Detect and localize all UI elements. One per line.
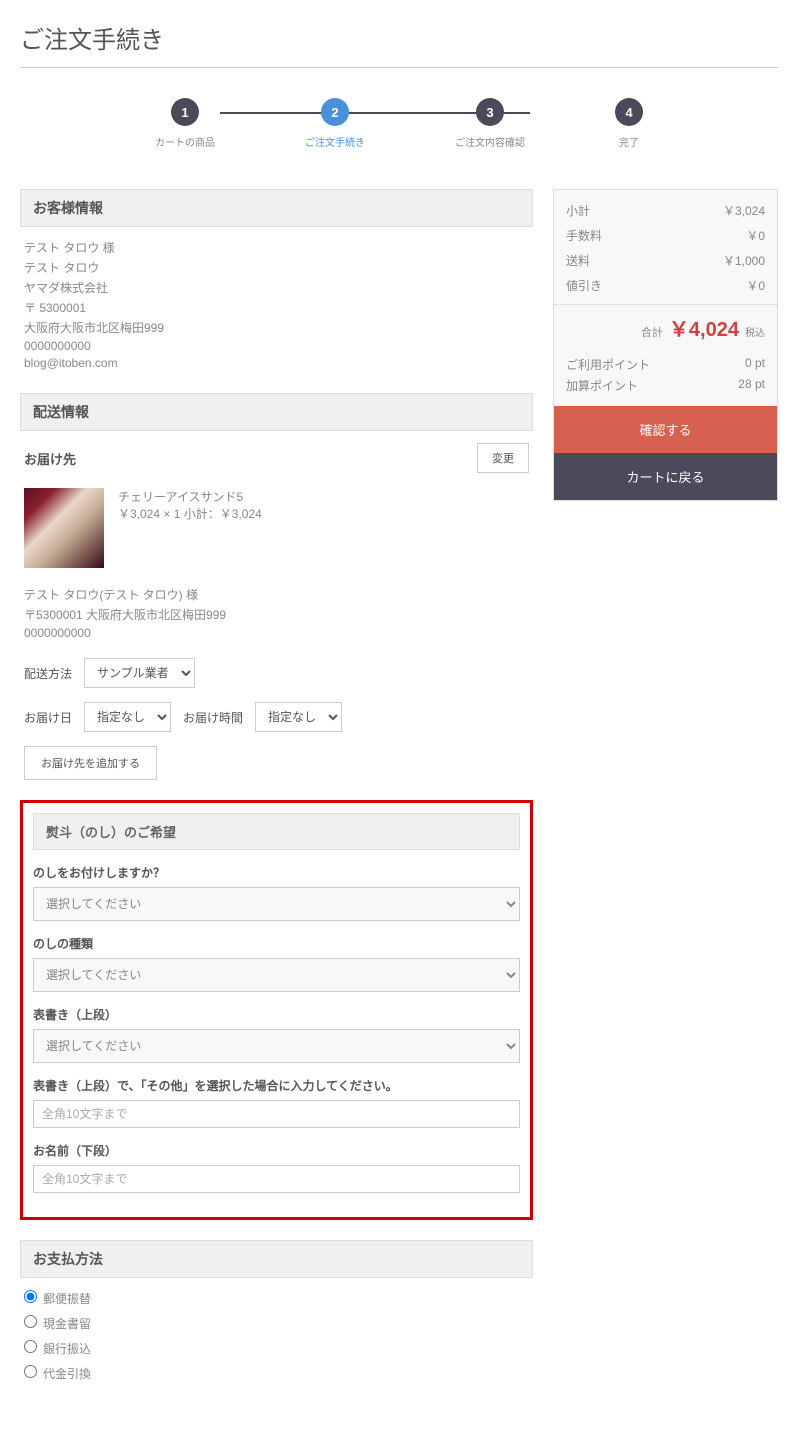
back-to-cart-button[interactable]: カートに戻る	[554, 453, 777, 500]
total-tax: 税込	[745, 324, 765, 339]
product-image	[24, 488, 104, 568]
payment-option-cash[interactable]	[24, 1315, 37, 1328]
customer-line: 0000000000	[24, 339, 529, 353]
payment-option-bank[interactable]	[24, 1340, 37, 1353]
progress-stepper: 1 カートの商品 2 ご注文手続き 3 ご注文内容確認 4 完了	[20, 98, 778, 149]
points-label: 加算ポイント	[566, 377, 638, 394]
noshi-other-label: 表書き（上段）で、「その他」を選択した場合に入力してください。	[33, 1077, 520, 1094]
addr-line: 0000000000	[24, 626, 529, 640]
step-circle: 3	[476, 98, 504, 126]
summary-label: 値引き	[566, 277, 602, 294]
customer-line: 大阪府大阪市北区梅田999	[24, 319, 529, 336]
delivery-time-label: お届け時間	[183, 709, 243, 726]
delivery-method-label: 配送方法	[24, 665, 72, 682]
cart-product: チェリーアイスサンド5 ￥3,024 × 1 小計：￥3,024	[24, 488, 529, 568]
delivery-info-header: 配送情報	[20, 393, 533, 431]
delivery-destination-label: お届け先	[24, 449, 76, 468]
noshi-top-label: 表書き（上段）	[33, 1006, 520, 1023]
points-value: 0 pt	[745, 356, 765, 373]
step-label: 完了	[619, 134, 639, 149]
step-3: 3 ご注文内容確認	[455, 98, 525, 149]
customer-line: テスト タロウ	[24, 259, 529, 276]
customer-line: blog@itoben.com	[24, 356, 529, 370]
noshi-attach-select[interactable]: 選択してください	[33, 887, 520, 921]
noshi-name-label: お名前（下段）	[33, 1142, 520, 1159]
step-circle: 4	[615, 98, 643, 126]
delivery-time-select[interactable]: 指定なし	[255, 702, 342, 732]
noshi-name-input[interactable]	[33, 1165, 520, 1193]
points-value: 28 pt	[738, 377, 765, 394]
step-label: カートの商品	[155, 134, 215, 149]
noshi-other-input[interactable]	[33, 1100, 520, 1128]
step-2: 2 ご注文手続き	[305, 98, 365, 149]
change-address-button[interactable]: 変更	[477, 443, 529, 473]
payment-option-postal[interactable]	[24, 1290, 37, 1303]
step-label: ご注文手続き	[305, 134, 365, 149]
step-4: 4 完了	[615, 98, 643, 149]
noshi-type-label: のしの種類	[33, 935, 520, 952]
summary-label: 小計	[566, 202, 590, 219]
step-circle: 1	[171, 98, 199, 126]
payment-label: 銀行振込	[43, 1342, 91, 1356]
noshi-section: 熨斗（のし）のご希望 のしをお付けしますか？ 選択してください のしの種類 選択…	[20, 800, 533, 1220]
summary-value: ￥0	[746, 227, 765, 244]
summary-value: ￥3,024	[723, 202, 765, 219]
summary-value: ￥0	[746, 277, 765, 294]
summary-label: 手数料	[566, 227, 602, 244]
noshi-type-select[interactable]: 選択してください	[33, 958, 520, 992]
total-label: 合計	[641, 324, 663, 340]
addr-line: 〒5300001 大阪府大阪市北区梅田999	[24, 606, 529, 623]
customer-line: ヤマダ株式会社	[24, 279, 529, 296]
customer-line: 〒 5300001	[24, 299, 529, 316]
points-label: ご利用ポイント	[566, 356, 650, 373]
product-name: チェリーアイスサンド5	[118, 488, 262, 505]
payment-label: 現金書留	[43, 1317, 91, 1331]
page-title: ご注文手続き	[20, 20, 778, 68]
step-circle: 2	[321, 98, 349, 126]
delivery-method-select[interactable]: サンプル業者	[84, 658, 195, 688]
delivery-date-select[interactable]: 指定なし	[84, 702, 171, 732]
customer-info: テスト タロウ 様 テスト タロウ ヤマダ株式会社 〒 5300001 大阪府大…	[20, 239, 533, 393]
noshi-top-select[interactable]: 選択してください	[33, 1029, 520, 1063]
payment-option-cod[interactable]	[24, 1365, 37, 1378]
payment-label: 郵便振替	[43, 1292, 91, 1306]
step-1: 1 カートの商品	[155, 98, 215, 149]
add-destination-button[interactable]: お届け先を追加する	[24, 746, 157, 780]
product-detail: ￥3,024 × 1 小計：￥3,024	[118, 505, 262, 522]
summary-label: 送料	[566, 252, 590, 269]
customer-line: テスト タロウ 様	[24, 239, 529, 256]
total-amount: ￥4,024	[669, 313, 739, 342]
payment-header: お支払方法	[20, 1240, 533, 1278]
step-label: ご注文内容確認	[455, 134, 525, 149]
addr-line: テスト タロウ(テスト タロウ) 様	[24, 586, 529, 603]
order-summary: 小計￥3,024 手数料￥0 送料￥1,000 値引き￥0 合計 ￥4,024 …	[553, 189, 778, 501]
summary-value: ￥1,000	[723, 252, 765, 269]
noshi-attach-label: のしをお付けしますか？	[33, 864, 520, 881]
delivery-date-label: お届け日	[24, 709, 72, 726]
payment-label: 代金引換	[43, 1367, 91, 1381]
noshi-header: 熨斗（のし）のご希望	[33, 813, 520, 850]
confirm-button[interactable]: 確認する	[554, 406, 777, 453]
customer-info-header: お客様情報	[20, 189, 533, 227]
